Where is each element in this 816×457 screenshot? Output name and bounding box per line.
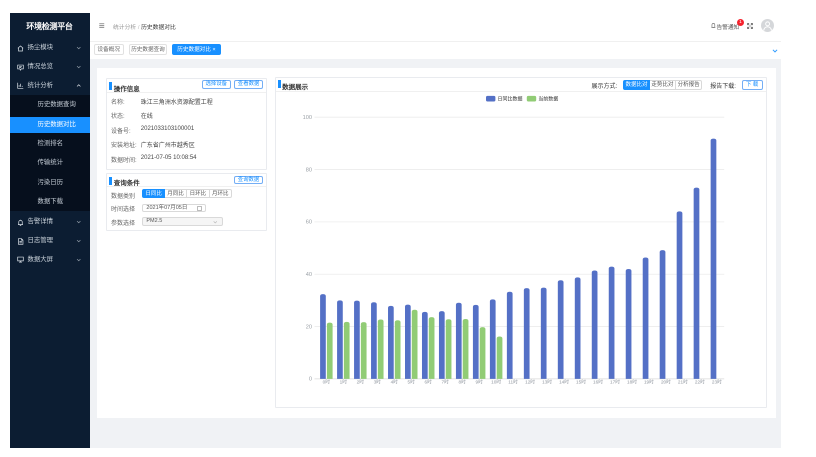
svg-text:8时: 8时 [458, 378, 466, 384]
svg-text:3时: 3时 [373, 378, 381, 384]
svg-text:日同比数据: 日同比数据 [497, 95, 522, 102]
svg-text:40: 40 [305, 272, 311, 278]
svg-text:21时: 21时 [677, 378, 687, 384]
svg-text:2时: 2时 [356, 378, 364, 384]
svg-text:18时: 18时 [626, 378, 636, 384]
svg-text:6时: 6时 [424, 378, 432, 384]
svg-text:16时: 16时 [593, 378, 603, 384]
svg-text:5时: 5时 [407, 378, 415, 384]
svg-text:100: 100 [302, 115, 311, 121]
svg-text:0: 0 [308, 376, 311, 382]
svg-text:23时: 23时 [711, 378, 721, 384]
svg-text:7时: 7时 [441, 378, 449, 384]
svg-text:11时: 11时 [508, 378, 518, 384]
svg-text:20时: 20时 [660, 378, 670, 384]
svg-text:当前数据: 当前数据 [538, 95, 558, 102]
svg-text:1时: 1时 [339, 378, 347, 384]
svg-text:60: 60 [305, 219, 311, 225]
svg-text:0时: 0时 [322, 378, 330, 384]
svg-text:17时: 17时 [610, 378, 620, 384]
svg-text:20: 20 [305, 324, 311, 330]
svg-text:19时: 19时 [643, 378, 653, 384]
svg-text:15时: 15时 [576, 378, 586, 384]
svg-text:4时: 4时 [390, 378, 398, 384]
svg-text:13时: 13时 [542, 378, 552, 384]
svg-text:22时: 22时 [694, 378, 704, 384]
svg-text:80: 80 [305, 167, 311, 173]
svg-text:9时: 9时 [475, 378, 483, 384]
svg-text:10时: 10时 [491, 378, 501, 384]
svg-text:12时: 12时 [525, 378, 535, 384]
svg-text:14时: 14时 [559, 378, 569, 384]
